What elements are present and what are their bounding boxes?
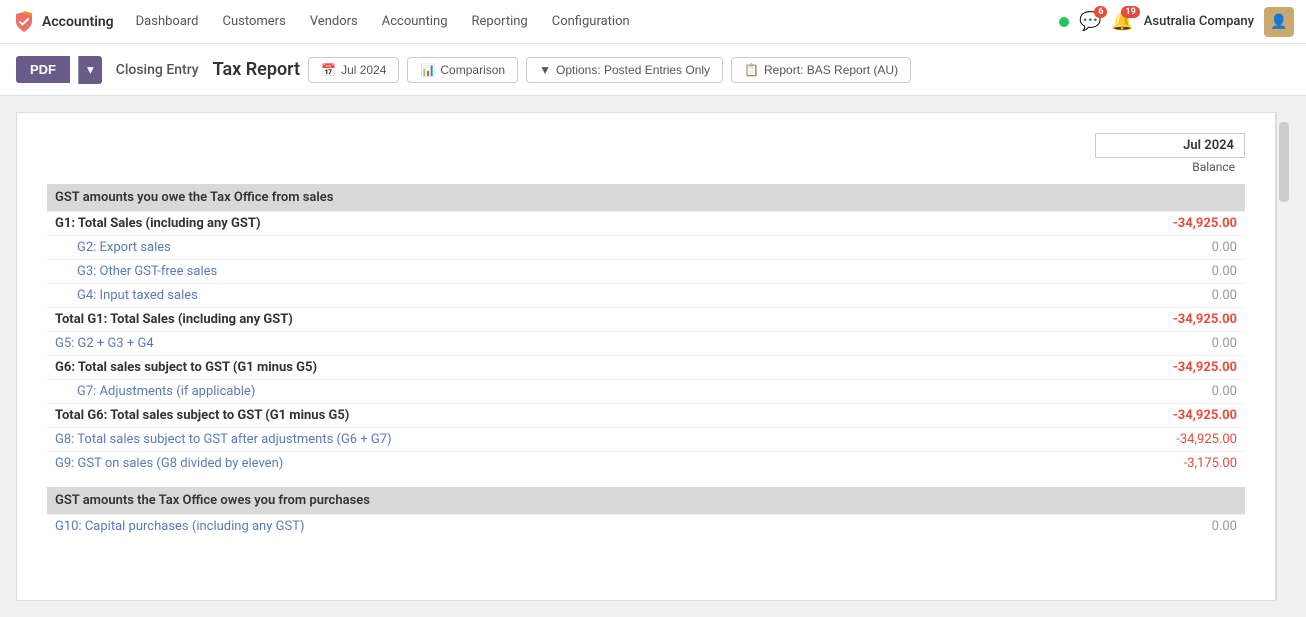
g9-label[interactable]: G9: GST on sales (G8 divided by eleven) xyxy=(47,452,1105,476)
report-icon: 📋 xyxy=(744,63,759,77)
calendar-icon: 📅 xyxy=(321,63,336,77)
navbar: Accounting Dashboard Customers Vendors A… xyxy=(0,0,1306,44)
report-label: Report: BAS Report (AU) xyxy=(764,63,898,77)
closing-entry-label: Closing Entry xyxy=(110,62,205,78)
g1-amount: -34,925.00 xyxy=(1105,212,1245,236)
spacer-row xyxy=(47,475,1245,487)
row-g7: G7: Adjustments (if applicable) 0.00 xyxy=(47,380,1245,404)
nav-item-accounting[interactable]: Accounting xyxy=(372,10,458,33)
brand-icon xyxy=(12,10,36,34)
nav-item-customers[interactable]: Customers xyxy=(213,10,296,33)
g4-label[interactable]: G4: Input taxed sales xyxy=(47,284,1105,308)
total-g1-label: Total G1: Total Sales (including any GST… xyxy=(47,308,1105,332)
row-g10: G10: Capital purchases (including any GS… xyxy=(47,515,1245,539)
filter-icon: ▼ xyxy=(539,63,551,77)
notifications-count: 19 xyxy=(1121,6,1139,18)
date-filter-button[interactable]: 📅 Jul 2024 xyxy=(308,57,399,83)
row-g4: G4: Input taxed sales 0.00 xyxy=(47,284,1245,308)
chart-icon: 📊 xyxy=(420,63,435,77)
messages-count: 6 xyxy=(1094,6,1107,18)
nav-item-vendors[interactable]: Vendors xyxy=(300,10,368,33)
row-g9: G9: GST on sales (G8 divided by eleven) … xyxy=(47,452,1245,476)
nav-right: 💬 6 🔔 19 Asutralia Company 👤 xyxy=(1059,7,1294,37)
brand-name: Accounting xyxy=(42,14,114,30)
g3-amount: 0.00 xyxy=(1105,260,1245,284)
date-label: Jul 2024 xyxy=(341,63,386,77)
row-g5: G5: G2 + G3 + G4 0.00 xyxy=(47,332,1245,356)
row-g6: G6: Total sales subject to GST (G1 minus… xyxy=(47,356,1245,380)
nav-item-dashboard[interactable]: Dashboard xyxy=(126,10,209,33)
section2-header-label: GST amounts the Tax Office owes you from… xyxy=(47,487,1105,515)
g6-amount: -34,925.00 xyxy=(1105,356,1245,380)
row-g3: G3: Other GST-free sales 0.00 xyxy=(47,260,1245,284)
main-content: Jul 2024 Balance GST amounts you owe the… xyxy=(0,96,1306,617)
row-g1: G1: Total Sales (including any GST) -34,… xyxy=(47,212,1245,236)
g1-label: G1: Total Sales (including any GST) xyxy=(47,212,1105,236)
g2-amount: 0.00 xyxy=(1105,236,1245,260)
balance-label: Balance xyxy=(1095,158,1245,176)
brand[interactable]: Accounting xyxy=(12,10,114,34)
report-container: Jul 2024 Balance GST amounts you owe the… xyxy=(16,112,1276,601)
row-total-g1: Total G1: Total Sales (including any GST… xyxy=(47,308,1245,332)
section1-header: GST amounts you owe the Tax Office from … xyxy=(47,184,1245,212)
report-button[interactable]: 📋 Report: BAS Report (AU) xyxy=(731,57,911,83)
scrollbar-thumb[interactable] xyxy=(1279,122,1289,202)
g8-label[interactable]: G8: Total sales subject to GST after adj… xyxy=(47,428,1105,452)
g8-amount: -34,925.00 xyxy=(1105,428,1245,452)
avatar[interactable]: 👤 xyxy=(1264,7,1294,37)
g10-label[interactable]: G10: Capital purchases (including any GS… xyxy=(47,515,1105,539)
period-label: Jul 2024 xyxy=(1095,133,1245,158)
row-g2: G2: Export sales 0.00 xyxy=(47,236,1245,260)
status-indicator xyxy=(1059,17,1069,27)
messages-badge[interactable]: 💬 6 xyxy=(1079,11,1101,32)
report-header: Jul 2024 Balance xyxy=(47,133,1245,176)
scrollbar-track[interactable] xyxy=(1276,112,1290,601)
row-total-g6: Total G6: Total sales subject to GST (G1… xyxy=(47,404,1245,428)
pdf-dropdown-button[interactable]: ▾ xyxy=(78,56,102,84)
g5-amount: 0.00 xyxy=(1105,332,1245,356)
options-button[interactable]: ▼ Options: Posted Entries Only xyxy=(526,57,723,83)
section2-header-amount xyxy=(1105,487,1245,515)
company-name: Asutralia Company xyxy=(1144,14,1254,29)
comparison-label: Comparison xyxy=(440,63,505,77)
report-table: GST amounts you owe the Tax Office from … xyxy=(47,184,1245,538)
notifications-badge[interactable]: 🔔 19 xyxy=(1111,11,1133,32)
row-g8: G8: Total sales subject to GST after adj… xyxy=(47,428,1245,452)
page-title: Tax Report xyxy=(213,59,300,80)
section1-header-amount xyxy=(1105,184,1245,212)
pdf-button[interactable]: PDF xyxy=(16,56,70,83)
total-g1-amount: -34,925.00 xyxy=(1105,308,1245,332)
nav-item-configuration[interactable]: Configuration xyxy=(542,10,640,33)
options-label: Options: Posted Entries Only xyxy=(556,63,710,77)
g4-amount: 0.00 xyxy=(1105,284,1245,308)
toolbar: PDF ▾ Closing Entry Tax Report 📅 Jul 202… xyxy=(0,44,1306,96)
g9-amount: -3,175.00 xyxy=(1105,452,1245,476)
g6-label: G6: Total sales subject to GST (G1 minus… xyxy=(47,356,1105,380)
g3-label[interactable]: G3: Other GST-free sales xyxy=(47,260,1105,284)
total-g6-label: Total G6: Total sales subject to GST (G1… xyxy=(47,404,1105,428)
g2-label[interactable]: G2: Export sales xyxy=(47,236,1105,260)
period-header: Jul 2024 Balance xyxy=(1095,133,1245,176)
section2-header: GST amounts the Tax Office owes you from… xyxy=(47,487,1245,515)
g5-label[interactable]: G5: G2 + G3 + G4 xyxy=(47,332,1105,356)
comparison-button[interactable]: 📊 Comparison xyxy=(407,57,518,83)
g7-amount: 0.00 xyxy=(1105,380,1245,404)
g10-amount: 0.00 xyxy=(1105,515,1245,539)
nav-item-reporting[interactable]: Reporting xyxy=(462,10,538,33)
section1-header-label: GST amounts you owe the Tax Office from … xyxy=(47,184,1105,212)
g7-label[interactable]: G7: Adjustments (if applicable) xyxy=(47,380,1105,404)
total-g6-amount: -34,925.00 xyxy=(1105,404,1245,428)
